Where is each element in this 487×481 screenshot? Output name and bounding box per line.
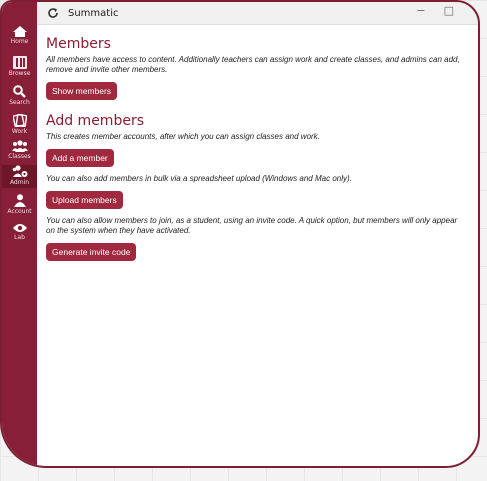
add-member-description: This creates member accounts, after whic…	[46, 132, 320, 141]
search-icon	[13, 85, 26, 98]
add-members-section: Add members This creates member accounts…	[46, 113, 468, 265]
generate-invite-code-button[interactable]: Generate invite code	[46, 243, 137, 261]
sidebar-item-label: Browse	[8, 70, 31, 77]
sidebar-item-home[interactable]: Home	[2, 26, 37, 45]
sidebar-item-admin[interactable]: Admin	[2, 165, 37, 188]
sidebar-item-work[interactable]: Work	[2, 114, 37, 135]
sidebar-item-label: Lab	[14, 234, 25, 241]
maximize-button[interactable]: □	[444, 4, 454, 17]
group-icon	[11, 140, 28, 152]
sidebar-item-label: Home	[10, 38, 29, 45]
pages-icon	[12, 114, 27, 127]
app-window: Summatic − □ Home Browse Search Work Cla…	[0, 0, 480, 468]
add-members-heading: Add members	[46, 113, 144, 129]
sidebar: Home Browse Search Work Classes Admin Ac…	[2, 2, 37, 466]
book-icon	[12, 56, 27, 69]
window-title: Summatic	[68, 7, 119, 19]
members-description: All members have access to content. Addi…	[46, 55, 460, 74]
refresh-icon[interactable]	[46, 6, 60, 20]
sidebar-item-label: Classes	[8, 153, 31, 160]
invite-code-description: You can also allow members to join, as a…	[46, 216, 458, 235]
sidebar-item-lab[interactable]: Lab	[2, 223, 37, 241]
minimize-button[interactable]: −	[416, 4, 425, 17]
home-icon	[12, 26, 27, 37]
sidebar-item-browse[interactable]: Browse	[2, 56, 37, 77]
members-section: Members All members have access to conte…	[46, 36, 468, 104]
sidebar-item-label: Account	[7, 208, 32, 215]
show-members-button[interactable]: Show members	[46, 82, 118, 100]
title-bar: Summatic − □	[2, 2, 478, 25]
person-icon	[13, 194, 26, 207]
main-content: Members All members have access to conte…	[46, 36, 468, 265]
sidebar-item-label: Work	[11, 128, 28, 135]
admin-users-icon	[12, 165, 28, 178]
members-heading: Members	[46, 36, 111, 52]
sidebar-item-label: Search	[9, 99, 30, 106]
sidebar-item-search[interactable]: Search	[2, 85, 37, 106]
sidebar-item-account[interactable]: Account	[2, 194, 37, 215]
sidebar-item-classes[interactable]: Classes	[2, 140, 37, 160]
upload-members-description: You can also add members in bulk via a s…	[46, 174, 352, 183]
upload-members-button[interactable]: Upload members	[46, 191, 123, 209]
add-member-button[interactable]: Add a member	[46, 149, 114, 167]
eye-icon	[12, 223, 27, 233]
sidebar-item-label: Admin	[9, 179, 30, 186]
